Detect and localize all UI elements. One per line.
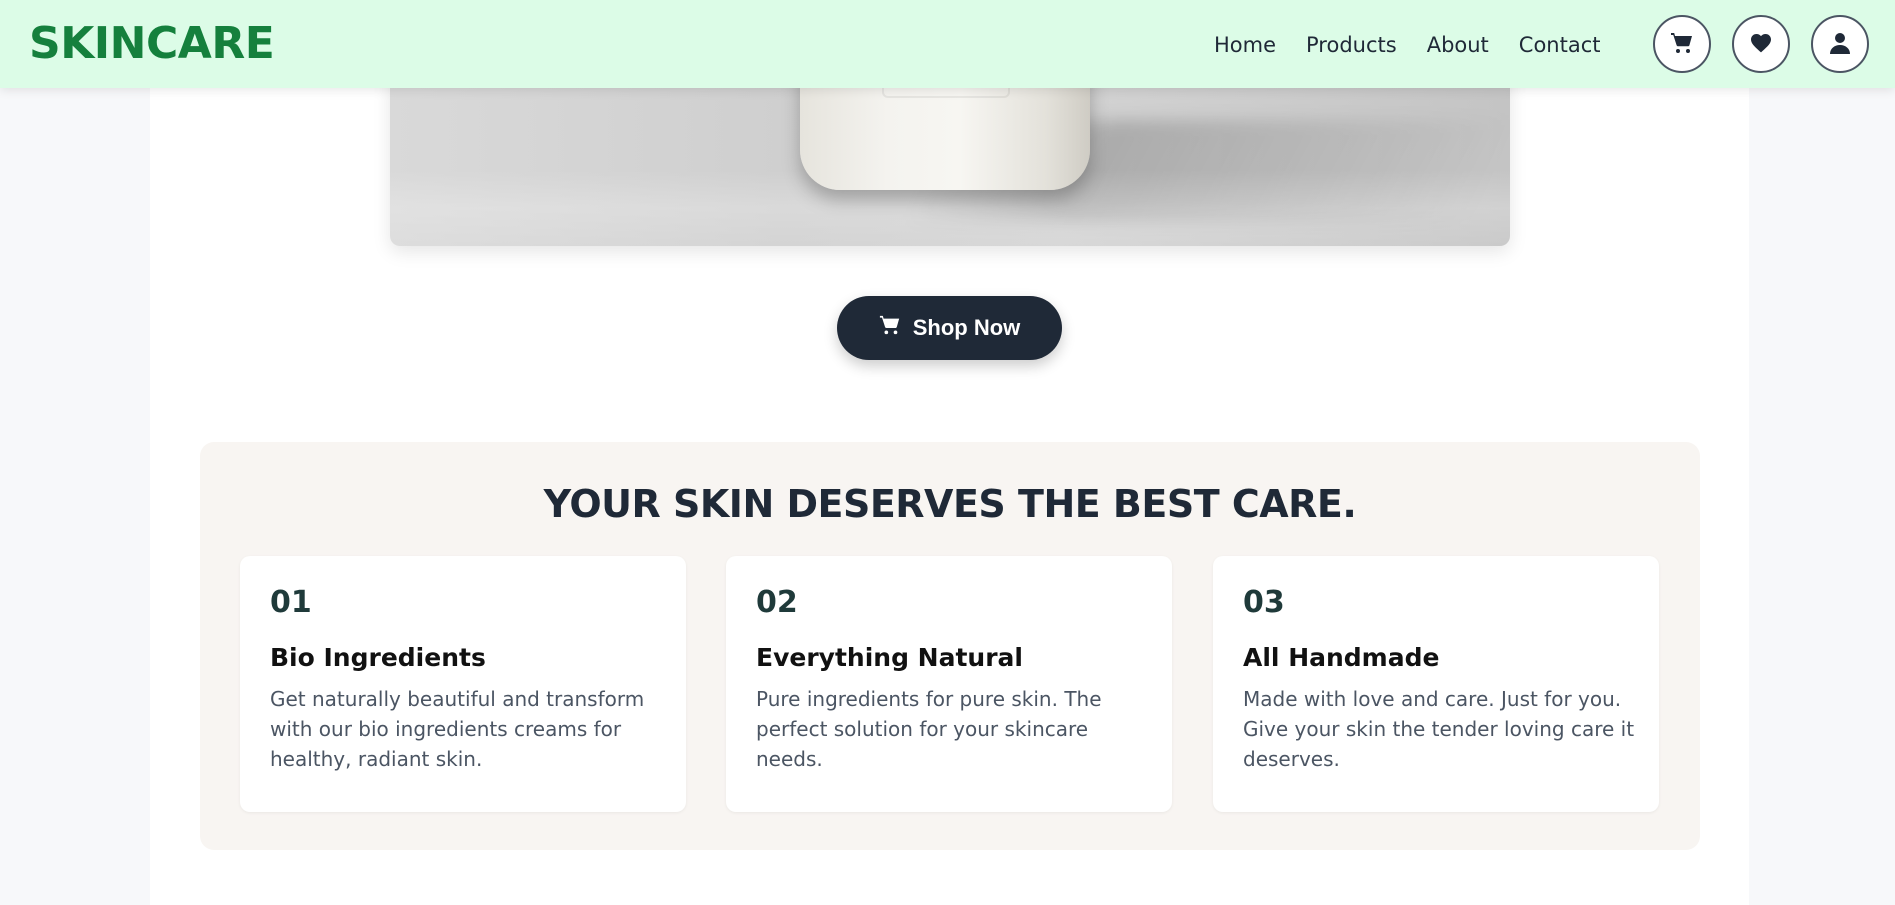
brand-logo[interactable]: SKINCARE xyxy=(29,18,275,70)
shop-now-button[interactable]: Shop Now xyxy=(837,296,1062,360)
feature-title: All Handmade xyxy=(1243,643,1440,672)
features-section: YOUR SKIN DESERVES THE BEST CARE. 01 Bio… xyxy=(200,442,1700,850)
feature-description: Pure ingredients for pure skin. The perf… xyxy=(756,687,1102,771)
features-title: YOUR SKIN DESERVES THE BEST CARE. xyxy=(543,482,1357,526)
account-button[interactable] xyxy=(1811,15,1869,73)
feature-number: 01 xyxy=(270,585,312,620)
nav-home[interactable]: Home xyxy=(1214,30,1276,60)
feature-card: 03 All Handmade Made with love and care.… xyxy=(1213,556,1659,812)
feature-title: Bio Ingredients xyxy=(270,643,486,672)
nav-contact[interactable]: Contact xyxy=(1519,30,1601,60)
feature-description: Made with love and care. Just for you. G… xyxy=(1243,687,1635,771)
heart-icon xyxy=(1749,31,1773,58)
feature-number: 02 xyxy=(756,585,798,620)
feature-card: 02 Everything Natural Pure ingredients f… xyxy=(726,556,1172,812)
feature-description: Get naturally beautiful and transform wi… xyxy=(270,687,645,771)
nav-about[interactable]: About xyxy=(1427,30,1489,60)
wishlist-button[interactable] xyxy=(1732,15,1790,73)
user-icon xyxy=(1828,31,1852,58)
main-nav: Home Products About Contact xyxy=(1214,30,1601,60)
feature-title: Everything Natural xyxy=(756,643,1023,672)
nav-products[interactable]: Products xyxy=(1306,30,1397,60)
cart-icon xyxy=(1670,31,1694,58)
cart-button[interactable] xyxy=(1653,15,1711,73)
feature-number: 03 xyxy=(1243,585,1285,620)
cart-icon xyxy=(879,314,901,342)
site-header: SKINCARE Home Products About Contact xyxy=(0,0,1895,88)
shop-now-label: Shop Now xyxy=(912,315,1021,340)
feature-card: 01 Bio Ingredients Get naturally beautif… xyxy=(240,556,686,812)
